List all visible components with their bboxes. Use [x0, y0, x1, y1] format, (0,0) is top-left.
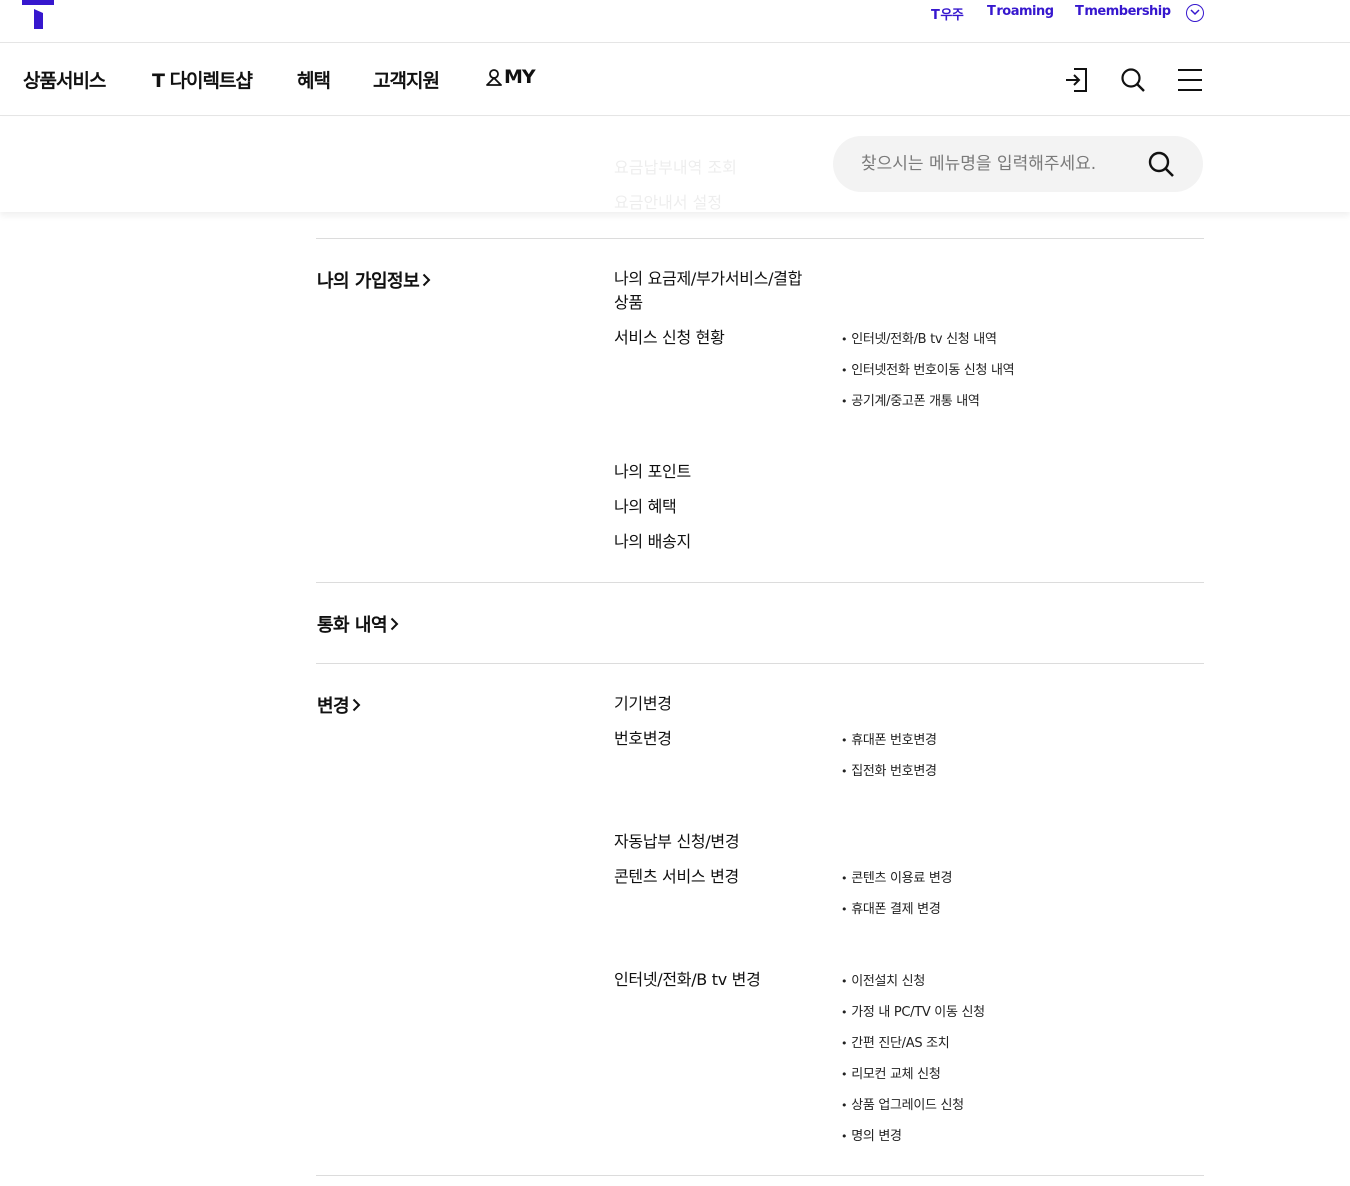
chevron-right-icon: [390, 617, 399, 631]
menu-my-points[interactable]: 나의 포인트: [614, 460, 691, 484]
section-divider: [316, 1175, 1204, 1176]
t-universe-link[interactable]: T우주: [931, 4, 964, 23]
menu-leaf-internet-phone-number-port-requests[interactable]: 인터넷전화 번호이동 신청 내역: [841, 359, 1014, 378]
section-title-label: 나의 가입정보: [317, 271, 420, 292]
menu-leaf-product-upgrade[interactable]: 상품 업그레이드 신청: [841, 1094, 964, 1113]
faded-menu-item: 요금안내서 설정: [614, 193, 723, 212]
menu-number-change[interactable]: 번호변경: [614, 727, 672, 751]
t-mark: T: [931, 8, 940, 23]
t-logo-icon[interactable]: [22, 0, 54, 30]
t-membership-link[interactable]: Tmembership: [1075, 4, 1171, 19]
faded-menu-item: 요금납부내역 조회: [614, 158, 737, 177]
chevron-right-icon: [352, 698, 361, 712]
logo-stem: [34, 9, 43, 29]
nav-benefits[interactable]: 혜택: [297, 66, 331, 93]
nav-customer-support[interactable]: 고객지원: [373, 66, 440, 93]
menu-search-box: [833, 136, 1203, 192]
menu-my-delivery-address[interactable]: 나의 배송지: [614, 530, 691, 554]
search-icon[interactable]: [1120, 67, 1146, 93]
hamburger-menu-icon[interactable]: [1177, 67, 1203, 93]
menu-leaf-owner-change[interactable]: 명의 변경: [841, 1125, 902, 1144]
menu-leaf-relocation-install[interactable]: 이전설치 신청: [841, 970, 925, 989]
t-roaming-link[interactable]: Troaming: [987, 4, 1054, 19]
section-title-signup[interactable]: 나의 가입정보: [317, 267, 431, 293]
nav-products-services[interactable]: 상품서비스: [23, 66, 106, 93]
utility-bar: T우주 Troaming Tmembership: [0, 0, 1350, 43]
t-membership-label: membership: [1084, 4, 1171, 19]
login-icon[interactable]: [1064, 67, 1090, 93]
search-icon[interactable]: [1147, 150, 1175, 178]
menu-service-request-status[interactable]: 서비스 신청 현황: [614, 326, 725, 350]
menu-leaf-mobile-payment-change[interactable]: 휴대폰 결제 변경: [841, 898, 941, 917]
menu-leaf-content-fee-change[interactable]: 콘텐츠 이용료 변경: [841, 867, 952, 886]
menu-leaf-quick-diagnosis-as[interactable]: 간편 진단/AS 조치: [841, 1032, 950, 1051]
search-panel: 요금납부내역 조회 요금안내서 설정: [0, 117, 1350, 212]
main-nav: 상품서비스 T 다이렉트샵 혜택 고객지원 MY: [0, 43, 1350, 116]
user-icon: [486, 68, 502, 86]
menu-leaf-internet-phone-btv-requests[interactable]: 인터넷/전화/B tv 신청 내역: [841, 328, 997, 347]
section-title-label: 변경: [317, 696, 350, 717]
menu-my-benefits[interactable]: 나의 혜택: [614, 495, 677, 519]
t-mark: T: [1075, 4, 1084, 19]
menu-leaf-home-phone-number-change[interactable]: 집전화 번호변경: [841, 760, 937, 779]
section-title-change[interactable]: 변경: [317, 692, 361, 718]
section-title-label: 통화 내역: [317, 615, 388, 636]
menu-search-input[interactable]: [861, 150, 1131, 178]
menu-content-service-change[interactable]: 콘텐츠 서비스 변경: [614, 865, 739, 889]
menu-device-change[interactable]: 기기변경: [614, 692, 672, 716]
menu-leaf-unlocked-used-phone-activation[interactable]: 공기계/중고폰 개통 내역: [841, 390, 980, 409]
nav-my-label: MY: [504, 66, 536, 88]
t-mark: T: [987, 4, 996, 19]
menu-autopay-change[interactable]: 자동납부 신청/변경: [614, 830, 740, 854]
section-divider: [316, 663, 1204, 664]
menu-leaf-home-pc-tv-move[interactable]: 가정 내 PC/TV 이동 신청: [841, 1001, 985, 1020]
menu-leaf-mobile-number-change[interactable]: 휴대폰 번호변경: [841, 729, 937, 748]
t-universe-label: 우주: [940, 8, 964, 23]
menu-internet-phone-btv-change[interactable]: 인터넷/전화/B tv 변경: [614, 968, 761, 992]
chevron-right-icon: [422, 273, 431, 287]
t-roaming-label: roaming: [996, 4, 1054, 19]
section-divider: [316, 582, 1204, 583]
nav-t-direct-shop[interactable]: T 다이렉트샵: [152, 66, 253, 93]
menu-leaf-remote-replacement[interactable]: 리모컨 교체 신청: [841, 1063, 941, 1082]
logo-bar: [22, 0, 54, 5]
section-title-call-history[interactable]: 통화 내역: [317, 611, 399, 637]
section-divider: [316, 238, 1204, 239]
chevron-down-icon[interactable]: [1186, 4, 1204, 22]
menu-my-plan-addon-bundle[interactable]: 나의 요금제/부가서비스/결합상품: [614, 267, 804, 315]
nav-my[interactable]: MY: [486, 66, 536, 88]
